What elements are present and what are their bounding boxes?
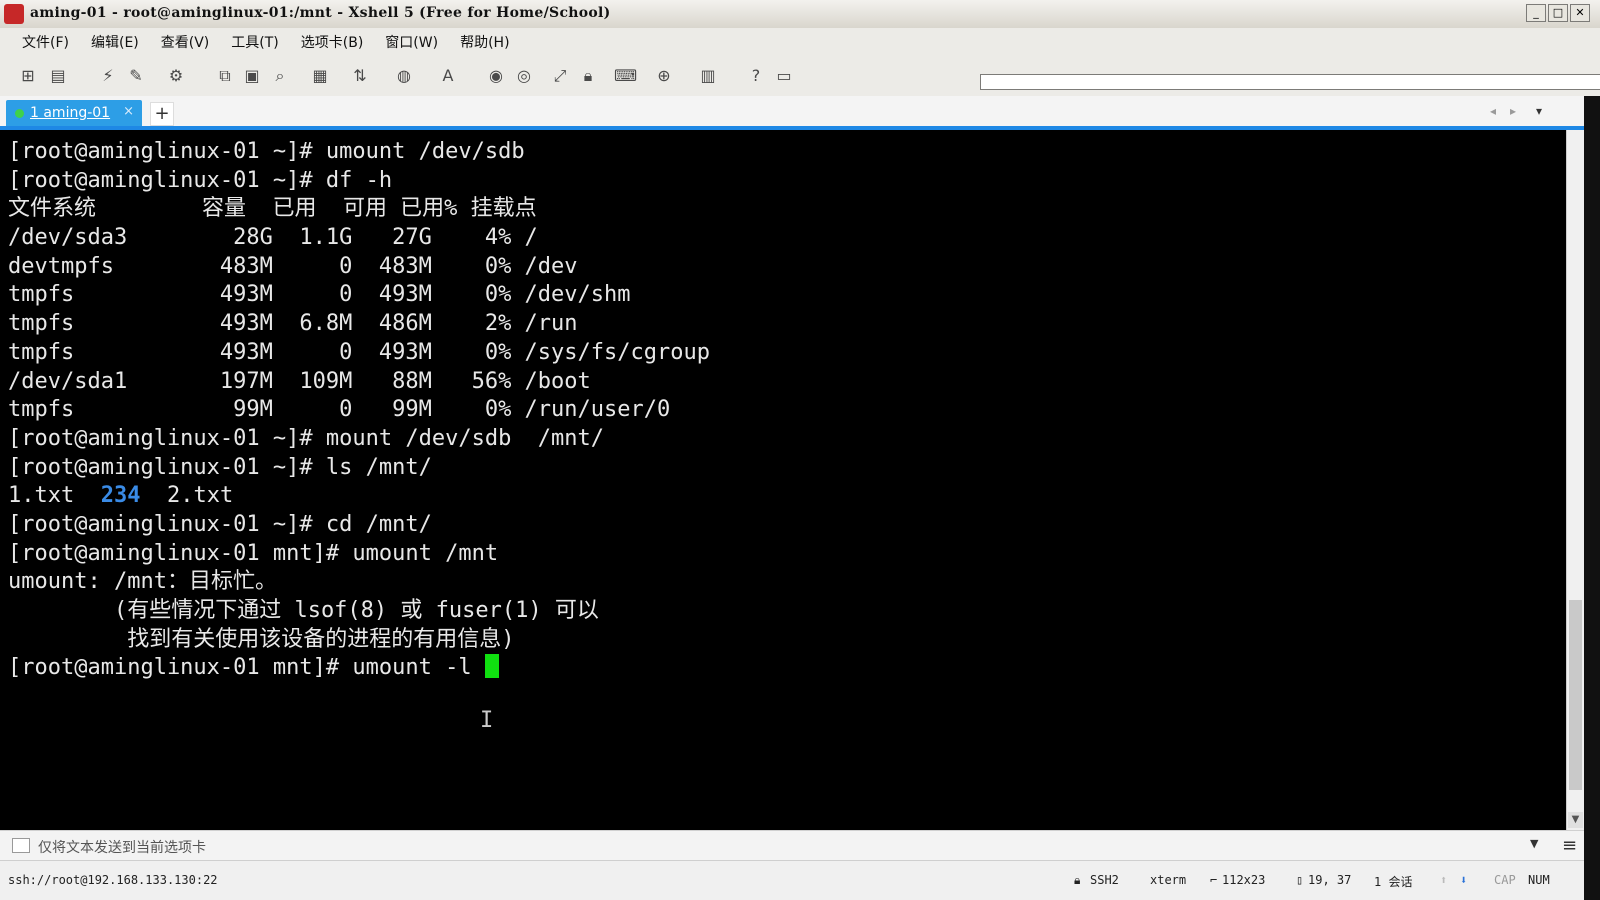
status-sessions: 1 会话 <box>1374 875 1413 889</box>
scrollbar-thumb[interactable] <box>1569 600 1582 790</box>
cursor-pos-icon: ▯ <box>1296 873 1304 887</box>
status-terminal-type: xterm <box>1150 873 1187 887</box>
download-arrow-icon: ⬇ <box>1460 873 1468 887</box>
find-icon[interactable]: ⌕ <box>270 66 290 86</box>
print-icon[interactable]: ▦ <box>310 66 330 86</box>
xftp-icon[interactable]: ◉ <box>486 66 506 86</box>
xshell-app-icon[interactable] <box>4 4 24 24</box>
compose-icon[interactable] <box>12 838 30 853</box>
current-prompt: [root@aminglinux-01 mnt]# umount -l <box>8 655 485 681</box>
new-tab-icon[interactable]: ⊕ <box>654 66 674 86</box>
terminal-cursor <box>484 654 499 679</box>
terminal-line: 文件系统 容量 已用 可用 已用% 挂载点 <box>8 196 537 222</box>
help-icon[interactable]: ? <box>746 66 766 86</box>
compose-bar: 仅将文本发送到当前选项卡 ▼ ≡ <box>0 830 1584 860</box>
terminal-lines: [root@aminglinux-01 ~]# umount /dev/sdb … <box>8 138 710 683</box>
font-icon[interactable]: A <box>438 66 458 86</box>
disconnect-icon[interactable]: ✎ <box>126 66 146 86</box>
terminal-output[interactable]: [root@aminglinux-01 ~]# umount /dev/sdb … <box>0 130 1566 830</box>
lock-icon[interactable]: 🔒︎ <box>578 66 598 86</box>
ls-file-1: 1.txt <box>8 483 75 509</box>
title-bar: aming-01 - root@aminglinux-01:/mnt - Xsh… <box>0 0 1600 29</box>
terminal-line: (有些情况下通过 lsof(8) 或 fuser(1) 可以 <box>8 598 599 623</box>
minimize-button[interactable]: _ <box>1526 4 1546 22</box>
copy-icon[interactable]: ⧉ <box>215 66 235 86</box>
maximize-button[interactable]: □ <box>1548 4 1568 22</box>
scroll-down-icon[interactable]: ▼ <box>1568 812 1583 828</box>
terminal-scrollbar[interactable]: ▼ <box>1566 130 1584 830</box>
terminal-line: tmpfs 493M 0 493M 0% /sys/fs/cgroup <box>8 339 710 365</box>
menu-view[interactable]: 查看(V) <box>161 32 210 52</box>
window-edge <box>1584 96 1600 900</box>
xmanager-icon[interactable]: ◎ <box>514 66 534 86</box>
chat-icon[interactable]: ▭ <box>774 66 794 86</box>
reconnect-icon[interactable]: ⚡ <box>98 66 118 86</box>
tab-bar: 1 aming-01 × + ◂ ▸ ▾ <box>0 96 1600 130</box>
terminal-line: [root@aminglinux-01 ~]# cd /mnt/ <box>8 511 432 537</box>
terminal-line: /dev/sda1 197M 109M 88M 56% /boot <box>8 368 591 394</box>
compose-menu-icon[interactable]: ≡ <box>1562 835 1577 856</box>
current-prompt-line[interactable]: [root@aminglinux-01 mnt]# umount -l <box>8 654 710 683</box>
address-bar[interactable] <box>980 74 1600 90</box>
close-button[interactable]: ✕ <box>1570 4 1590 22</box>
upload-arrow-icon: ⬆ <box>1440 873 1448 887</box>
window-title: aming-01 - root@aminglinux-01:/mnt - Xsh… <box>30 5 611 21</box>
ls-file-2: 2.txt <box>166 483 234 509</box>
terminal-line: 找到有关使用该设备的进程的有用信息) <box>8 626 515 652</box>
mouse-ibeam-icon: I <box>480 708 494 733</box>
terminal-line: /dev/sda3 28G 1.1G 27G 4% / <box>8 225 538 251</box>
terminal-line: [root@aminglinux-01 ~]# ls /mnt/ <box>8 454 432 480</box>
terminal-line: tmpfs 493M 6.8M 486M 2% /run <box>8 311 578 337</box>
status-num: NUM <box>1528 873 1550 887</box>
status-connection: ssh://root@192.168.133.130:22 <box>8 873 218 887</box>
properties-icon[interactable]: ⚙ <box>166 66 186 86</box>
menu-tabs[interactable]: 选项卡(B) <box>301 32 364 52</box>
terminal-line: [root@aminglinux-01 mnt]# umount /mnt <box>8 540 499 566</box>
menu-help[interactable]: 帮助(H) <box>460 32 509 52</box>
window-controls: _ □ ✕ <box>1526 4 1590 22</box>
status-cap: CAP <box>1494 873 1516 887</box>
terminal-line: umount: /mnt：目标忙。 <box>8 569 277 595</box>
globe-icon[interactable]: ◍ <box>394 66 414 86</box>
fullscreen-icon[interactable]: ⤢ <box>550 66 570 86</box>
terminal-line: tmpfs 493M 0 493M 0% /dev/shm <box>8 282 631 308</box>
menu-bar: 文件(F) 编辑(E) 查看(V) 工具(T) 选项卡(B) 窗口(W) 帮助(… <box>0 28 1600 56</box>
status-bar: ssh://root@192.168.133.130:22 🔒︎ SSH2 xt… <box>0 860 1584 900</box>
menu-edit[interactable]: 编辑(E) <box>91 32 139 52</box>
tab-label: 1 aming-01 <box>30 105 111 121</box>
compose-input[interactable]: 仅将文本发送到当前选项卡 <box>38 837 206 857</box>
tab-close-icon[interactable]: × <box>123 104 134 119</box>
terminal-line: tmpfs 99M 0 99M 0% /run/user/0 <box>8 397 671 423</box>
status-protocol: SSH2 <box>1090 873 1119 887</box>
ls-output-line: 1.txt 234 2.txt <box>8 482 710 511</box>
terminal-line: [root@aminglinux-01 ~]# df -h <box>8 167 393 193</box>
menu-window[interactable]: 窗口(W) <box>385 32 438 52</box>
ls-directory: 234 <box>100 483 141 509</box>
transfer-icon[interactable]: ⇅ <box>350 66 370 86</box>
terminal-line: devtmpfs 483M 0 483M 0% /dev <box>8 253 578 279</box>
status-size: 112x23 <box>1222 873 1266 887</box>
open-folder-icon[interactable]: ▤ <box>48 66 68 86</box>
layout-icon[interactable]: ▥ <box>698 66 718 86</box>
tab-scroll-right-icon[interactable]: ▸ <box>1510 104 1516 118</box>
toolbar: ⊞ ▤ ⚡ ✎ ⚙ ⧉ ▣ ⌕ ▦ ⇅ ◍ A ◉ ◎ ⤢ 🔒︎ ⌨ ⊕ ▥ ?… <box>0 56 1600 97</box>
menu-tools[interactable]: 工具(T) <box>231 32 278 52</box>
menu-file[interactable]: 文件(F) <box>22 32 69 52</box>
add-tab-button[interactable]: + <box>150 102 174 126</box>
tab-scroll-left-icon[interactable]: ◂ <box>1490 104 1496 118</box>
paste-icon[interactable]: ▣ <box>242 66 262 86</box>
terminal-line: [root@aminglinux-01 ~]# umount /dev/sdb <box>8 139 525 164</box>
lock-status-icon: 🔒︎ <box>1074 873 1081 887</box>
terminal-line: [root@aminglinux-01 ~]# mount /dev/sdb /… <box>8 425 605 451</box>
keyboard-icon[interactable]: ⌨ <box>614 66 637 86</box>
new-session-icon[interactable]: ⊞ <box>18 66 38 86</box>
tab-aming-01[interactable]: 1 aming-01 × <box>6 100 142 126</box>
tab-list-icon[interactable]: ▾ <box>1536 104 1542 118</box>
status-cursor-pos: 19, 37 <box>1308 873 1352 887</box>
size-icon: ⌐ <box>1210 873 1218 887</box>
compose-dropdown-icon[interactable]: ▼ <box>1530 837 1538 850</box>
connected-status-icon <box>15 109 24 118</box>
